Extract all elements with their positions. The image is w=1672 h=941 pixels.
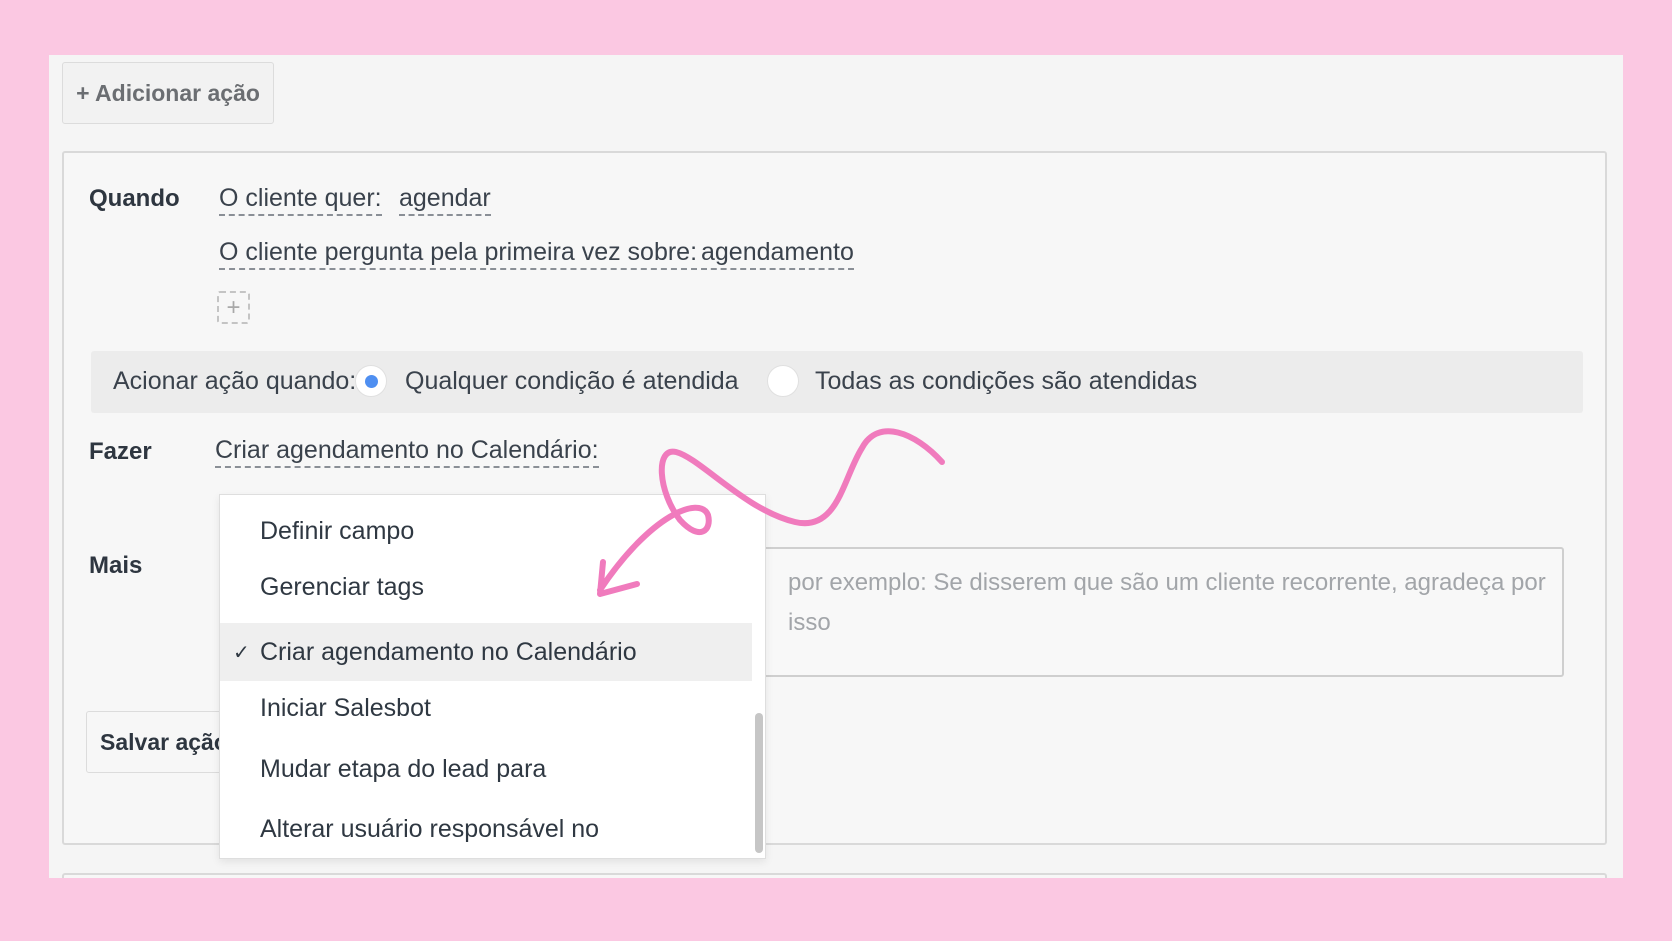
check-icon: ✓ (233, 641, 250, 664)
more-textarea[interactable]: por exemplo: Se disserem que são um clie… (676, 547, 1564, 677)
dropdown-item-definir-campo[interactable]: Definir campo (220, 503, 754, 559)
dropdown-item-label: Criar agendamento no Calendário (260, 637, 637, 666)
radio-any-condition[interactable] (355, 365, 387, 397)
next-card-edge (62, 873, 1607, 878)
dropdown-item-label: Definir campo (260, 516, 415, 545)
action-dropdown: Definir campo Gerenciar tags ✓ Criar age… (219, 494, 766, 859)
trigger-label: Acionar ação quando: (113, 367, 357, 395)
radio-all-conditions[interactable] (767, 365, 799, 397)
dropdown-item-gerenciar-tags[interactable]: Gerenciar tags (220, 559, 754, 615)
dropdown-item-label: Mudar etapa do lead para (260, 754, 547, 783)
condition-1-value[interactable]: agendar (399, 183, 491, 216)
dropdown-item-label: Gerenciar tags (260, 572, 424, 601)
dropdown-item-label: Iniciar Salesbot (260, 693, 431, 722)
trigger-bar: Acionar ação quando: Qualquer condição é… (91, 351, 1583, 413)
dropdown-item-iniciar-salesbot[interactable]: Iniciar Salesbot (220, 680, 754, 736)
do-label: Fazer (89, 438, 152, 465)
dropdown-scrollbar-thumb[interactable] (755, 713, 763, 853)
add-action-button[interactable]: + Adicionar ação (62, 62, 274, 124)
condition-2-value[interactable]: agendamento (701, 237, 854, 270)
radio-any-condition-label[interactable]: Qualquer condição é atendida (405, 367, 739, 396)
add-condition-button[interactable]: + (217, 291, 250, 324)
dropdown-item-label: Alterar usuário responsável no (260, 814, 600, 843)
condition-2-field[interactable]: O cliente pergunta pela primeira vez sob… (219, 237, 698, 270)
action-select[interactable]: Criar agendamento no Calendário: (215, 435, 599, 468)
dropdown-scrollbar-track[interactable] (752, 495, 765, 858)
dropdown-item-mudar-etapa[interactable]: Mudar etapa do lead para (220, 741, 754, 797)
more-label: Mais (89, 552, 143, 579)
dropdown-item-criar-agendamento[interactable]: ✓ Criar agendamento no Calendário (220, 623, 754, 681)
when-label: Quando (89, 185, 180, 212)
condition-1-field[interactable]: O cliente quer: (219, 183, 382, 216)
more-placeholder: por exemplo: Se disserem que são um clie… (788, 569, 1546, 636)
dropdown-item-alterar-usuario[interactable]: Alterar usuário responsável no (220, 801, 754, 857)
radio-all-conditions-label[interactable]: Todas as condições são atendidas (815, 367, 1197, 396)
plus-icon: + (226, 293, 241, 321)
